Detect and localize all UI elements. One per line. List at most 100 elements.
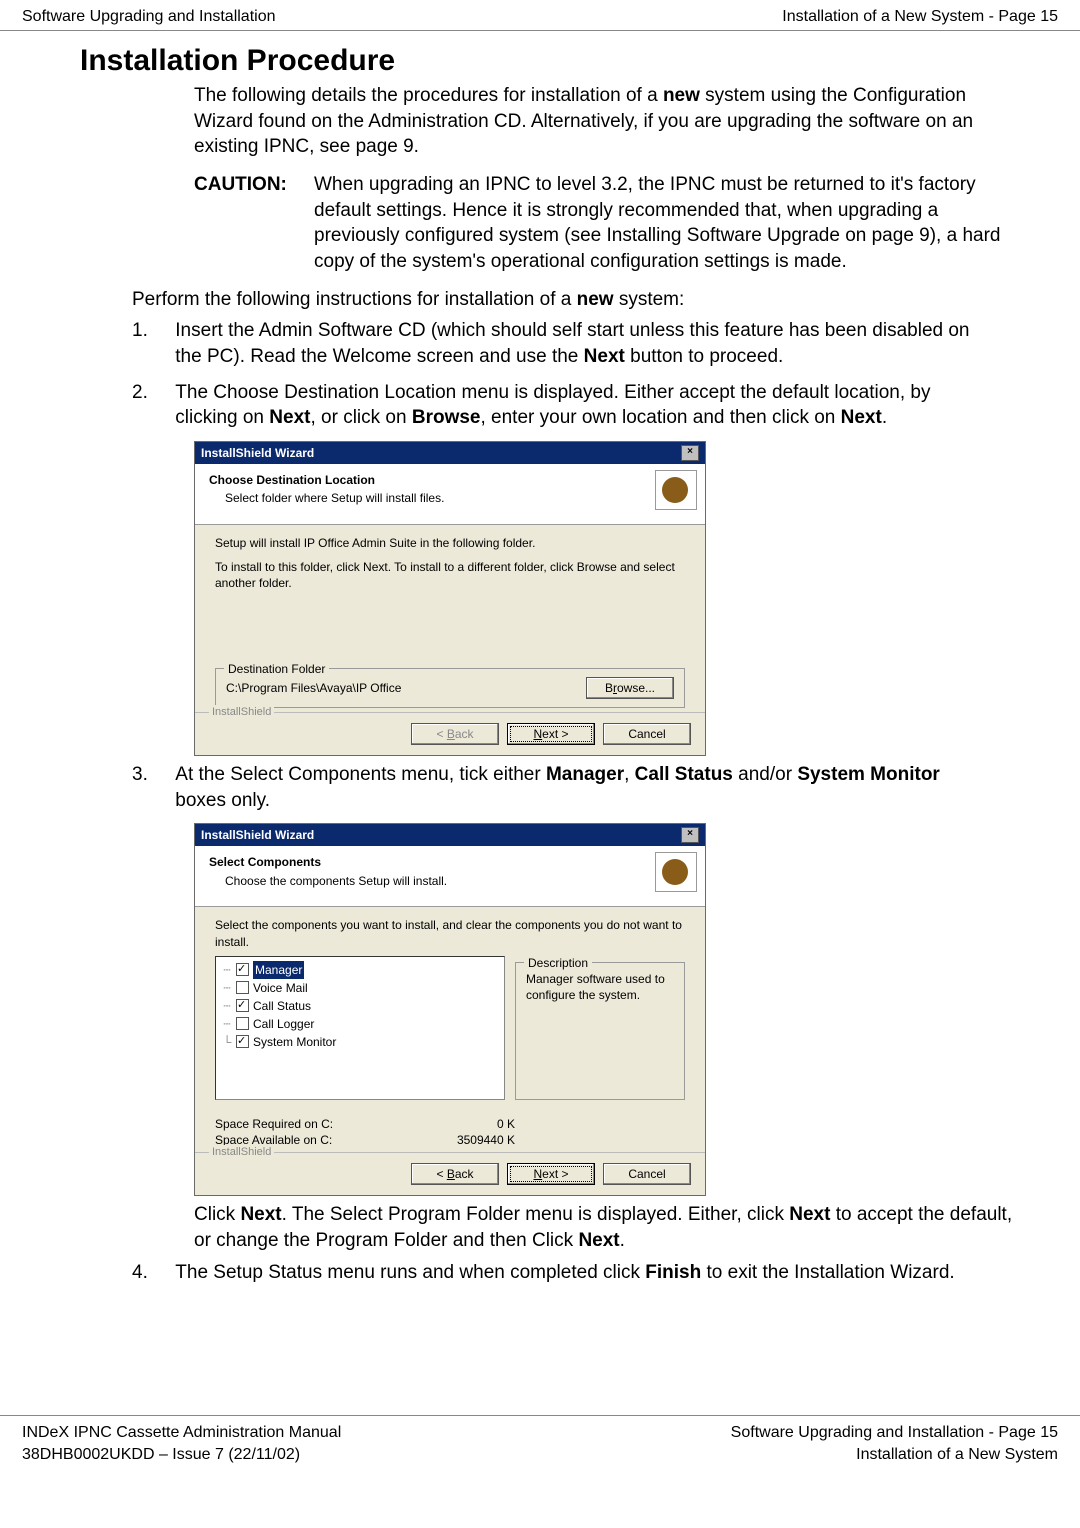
tree-line-icon: ┄ (222, 997, 232, 1015)
next-button[interactable]: Next > (507, 1163, 595, 1185)
checkbox-calllogger[interactable] (236, 1017, 249, 1030)
dialog2-header-sub: Choose the components Setup will install… (225, 873, 691, 889)
dialog2-instr: Select the components you want to instal… (215, 917, 685, 949)
dialog1-pane: Setup will install IP Office Admin Suite… (195, 525, 705, 712)
dialog1-title: InstallShield Wizard (201, 445, 314, 461)
step-1-a: Insert the Admin Software CD (which shou… (175, 320, 969, 367)
installshield-logo-icon (655, 852, 697, 892)
checkbox-voicemail[interactable] (236, 981, 249, 994)
footer-left: INDeX IPNC Cassette Administration Manua… (22, 1422, 341, 1465)
dialog2-pane: Select the components you want to instal… (195, 907, 705, 1152)
cancel-button[interactable]: Cancel (603, 723, 691, 745)
description-text: Manager software used to configure the s… (526, 971, 674, 1003)
cancel-button[interactable]: Cancel (603, 1163, 691, 1185)
intro-text-a: The following details the procedures for… (194, 85, 663, 106)
footer-right-line2: Installation of a New System (731, 1444, 1058, 1466)
dialog1-header: Choose Destination Location Select folde… (195, 464, 705, 525)
step-3b-next: Next (240, 1204, 281, 1225)
tree-line-icon: ┄ (222, 1015, 232, 1033)
component-callstatus-label: Call Status (253, 997, 311, 1015)
step-2-num: 2. (132, 380, 170, 406)
space-required-label: Space Required on C: (215, 1116, 415, 1132)
bottom-spacer (0, 1295, 1080, 1385)
page-content: Installation Procedure The following det… (0, 31, 1080, 1286)
installshield-logo-icon (655, 470, 697, 510)
space-available-value: 3509440 K (415, 1132, 515, 1148)
step-2-next2: Next (841, 407, 882, 428)
page-header: Software Upgrading and Installation Inst… (0, 0, 1080, 31)
page-footer: INDeX IPNC Cassette Administration Manua… (0, 1415, 1080, 1471)
component-voicemail[interactable]: ┄ Voice Mail (222, 979, 498, 997)
destination-path: C:\Program Files\Avaya\IP Office (226, 680, 401, 696)
tree-line-icon: ┄ (222, 979, 232, 997)
dialog1-header-sub: Select folder where Setup will install f… (225, 490, 691, 506)
dialog1-line1: Setup will install IP Office Admin Suite… (215, 535, 685, 551)
step-1-next: Next (584, 346, 625, 367)
spacer (215, 592, 685, 662)
tree-line-icon: └ (222, 1033, 232, 1051)
step-2-b: , or click on (310, 407, 411, 428)
step-4-finish: Finish (645, 1262, 701, 1283)
step-3b-a: Click (194, 1204, 240, 1225)
perform-a: Perform the following instructions for i… (132, 289, 577, 310)
close-icon[interactable]: × (681, 445, 699, 461)
dialog2-header-title: Select Components (209, 854, 691, 870)
checkbox-callstatus[interactable] (236, 999, 249, 1012)
caution-label: CAUTION: (194, 172, 314, 275)
intro-paragraph: The following details the procedures for… (194, 83, 1028, 274)
step-2-c: , enter your own location and then click… (480, 407, 840, 428)
dialog1-footer: InstallShield < Back Next > Cancel (195, 712, 705, 755)
dialog2-titlebar: InstallShield Wizard × (195, 824, 705, 846)
installshield-brand: InstallShield (209, 705, 274, 720)
next-button[interactable]: Next > (507, 723, 595, 745)
destination-legend: Destination Folder (224, 661, 329, 677)
component-callstatus[interactable]: ┄ Call Status (222, 997, 498, 1015)
dialog2-header: Select Components Choose the components … (195, 846, 705, 907)
step-4-b: to exit the Installation Wizard. (701, 1262, 954, 1283)
browse-button[interactable]: Browse... (586, 677, 674, 699)
dialog2-title: InstallShield Wizard (201, 827, 314, 843)
dialog-choose-destination: InstallShield Wizard × Choose Destinatio… (194, 441, 706, 756)
caution-text: When upgrading an IPNC to level 3.2, the… (314, 172, 1028, 275)
back-button[interactable]: < Back (411, 1163, 499, 1185)
step-3-callstatus: Call Status (635, 764, 733, 785)
perform-bold: new (577, 289, 614, 310)
step-3-num: 3. (132, 762, 170, 788)
tree-line-icon: ┄ (222, 961, 232, 979)
footer-right-line1: Software Upgrading and Installation - Pa… (731, 1422, 1058, 1444)
checkbox-sysmon[interactable] (236, 1035, 249, 1048)
close-icon[interactable]: × (681, 827, 699, 843)
step-list: 1. Insert the Admin Software CD (which s… (132, 318, 1058, 431)
step-list-end: 4. The Setup Status menu runs and when c… (132, 1260, 1058, 1286)
perform-b: system: (614, 289, 685, 310)
step-4-num: 4. (132, 1260, 170, 1286)
dialog2-wrap: InstallShield Wizard × Select Components… (194, 823, 1058, 1196)
checkbox-manager[interactable] (236, 963, 249, 976)
perform-line: Perform the following instructions for i… (132, 287, 1028, 313)
space-grid: Space Required on C: 0 K Space Available… (215, 1116, 685, 1148)
component-sysmon[interactable]: └ System Monitor (222, 1033, 498, 1051)
step-3-a: At the Select Components menu, tick eith… (175, 764, 546, 785)
step-3b-next3: Next (578, 1230, 619, 1251)
component-manager-label: Manager (253, 961, 304, 979)
dialog1-line2: To install to this folder, click Next. T… (215, 559, 685, 591)
component-sysmon-label: System Monitor (253, 1033, 336, 1051)
component-list[interactable]: ┄ Manager ┄ Voice Mail ┄ Call Sta (215, 956, 505, 1100)
dialog2-footer: InstallShield < Back Next > Cancel (195, 1152, 705, 1195)
step-3-sysmon: System Monitor (797, 764, 940, 785)
step-3-c: boxes only. (175, 790, 270, 811)
step-2-d: . (882, 407, 887, 428)
component-calllogger[interactable]: ┄ Call Logger (222, 1015, 498, 1033)
step-3-b: and/or (733, 764, 797, 785)
step-3: 3. At the Select Components menu, tick e… (192, 762, 1058, 813)
back-button[interactable]: < Back (411, 723, 499, 745)
step-1-num: 1. (132, 318, 170, 344)
footer-left-line2: 38DHB0002UKDD – Issue 7 (22/11/02) (22, 1444, 341, 1466)
component-manager[interactable]: ┄ Manager (222, 961, 498, 979)
step-3b-next2: Next (789, 1204, 830, 1225)
component-calllogger-label: Call Logger (253, 1015, 314, 1033)
step-4-a: The Setup Status menu runs and when comp… (175, 1262, 645, 1283)
step-3b: Click Next. The Select Program Folder me… (194, 1202, 1028, 1253)
destination-folder-group: Destination Folder C:\Program Files\Avay… (215, 668, 685, 708)
header-left: Software Upgrading and Installation (22, 6, 276, 28)
